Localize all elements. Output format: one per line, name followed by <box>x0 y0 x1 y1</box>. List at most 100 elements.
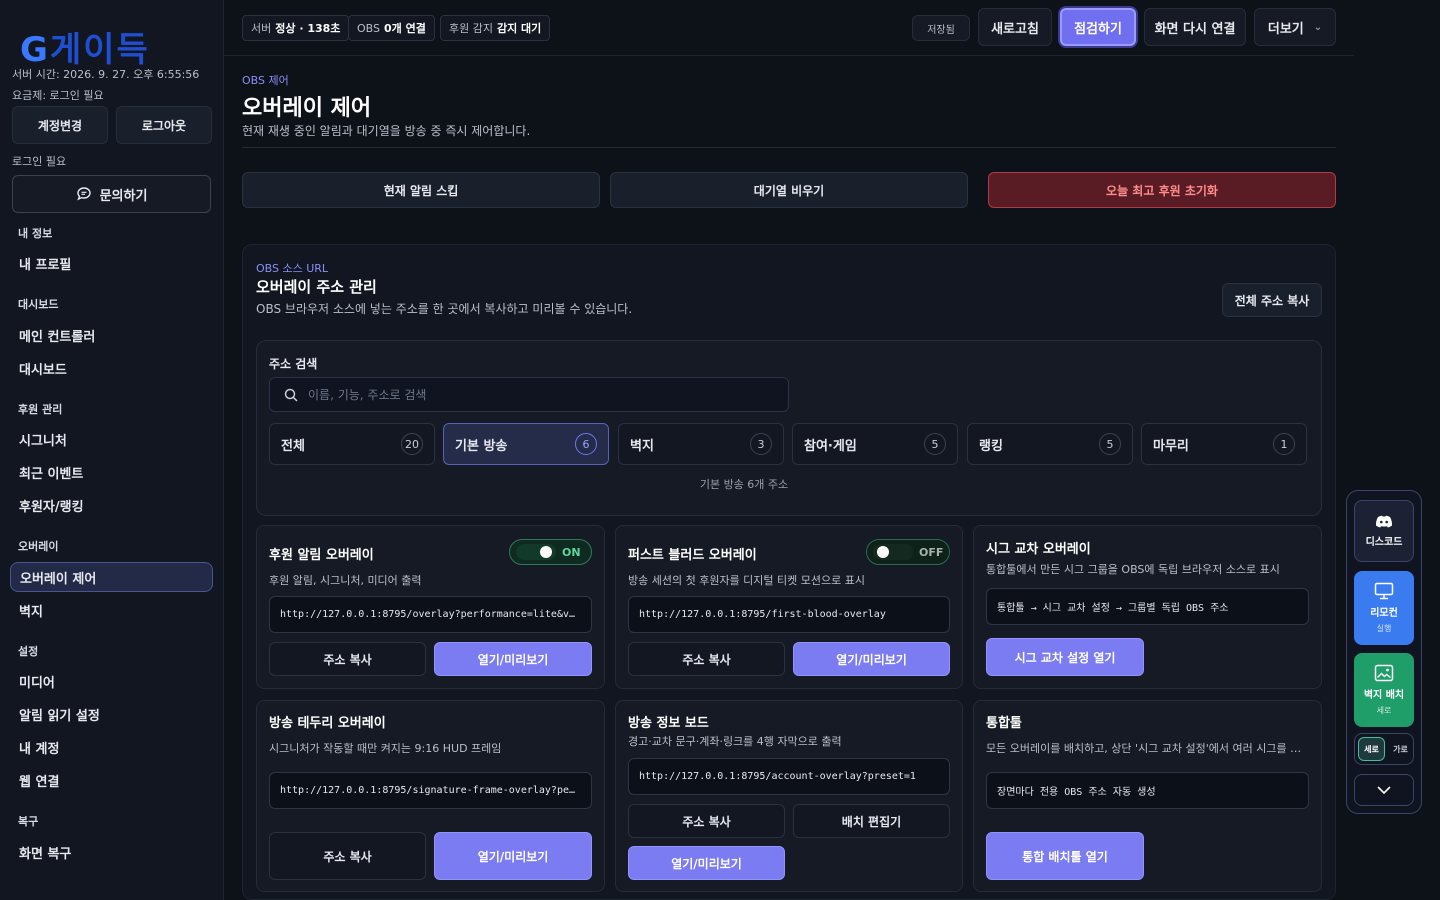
card-description: 경고·교차 문구·계좌·링크를 4행 자막으로 출력 <box>628 735 842 748</box>
chevron-down-icon: ⌄ <box>1313 21 1323 33</box>
filter-label: 마무리 <box>1153 438 1189 454</box>
toggle-track <box>873 544 913 560</box>
card-description: 시그니처가 작동할 때만 켜지는 9:16 HUD 프레임 <box>269 742 502 755</box>
server-time: 서버 시간: 2026. 9. 27. 오후 6:55:56 <box>12 68 200 81</box>
filter-count: 3 <box>750 433 772 455</box>
status-chip-obs: OBS 0개 연결 <box>348 15 435 41</box>
nav-item-media[interactable]: 미디어 <box>10 666 213 696</box>
orientation-toggle: 세로 가로 <box>1354 733 1414 765</box>
toggle-knob <box>540 546 552 558</box>
setting-path-field: 장면마다 전용 OBS 주소 자동 생성 <box>986 772 1309 809</box>
copy-url-button[interactable]: 주소 복사 <box>628 804 785 838</box>
status-chip-donation-detect: 후원 감지 감지 대기 <box>440 15 551 41</box>
monitor-icon <box>1374 582 1394 600</box>
nav-item-dashboard[interactable]: 대시보드 <box>10 353 213 383</box>
panel-title: 오버레이 주소 관리 <box>256 278 377 296</box>
setting-path-field: 통합툴 → 시그 교차 설정 → 그룹별 독립 OBS 주소 <box>986 588 1309 625</box>
card-title: 후원 알림 오버레이 <box>269 548 374 563</box>
nav-item-signature[interactable]: 시그니처 <box>10 424 213 454</box>
filter-count: 1 <box>1273 433 1295 455</box>
sidebar: G게이득 서버 시간: 2026. 9. 27. 오후 6:55:56 요금제:… <box>0 0 224 900</box>
check-button[interactable]: 점검하기 <box>1060 8 1136 46</box>
discord-label: 디스코드 <box>1365 536 1403 548</box>
filter-count: 5 <box>924 433 946 455</box>
open-preview-button[interactable]: 열기/미리보기 <box>628 846 785 880</box>
chip-label: 후원 감지 <box>449 22 493 35</box>
toggle-label: ON <box>562 545 581 559</box>
nav-item-donor-ranking[interactable]: 후원자/랭킹 <box>10 490 213 520</box>
copy-url-button[interactable]: 주소 복사 <box>269 832 426 880</box>
search-placeholder: 이름, 기능, 주소로 검색 <box>308 388 427 402</box>
orientation-horizontal[interactable]: 가로 <box>1388 734 1413 764</box>
change-account-button[interactable]: 계정변경 <box>12 106 108 144</box>
nav-section-my-info: 내 정보 <box>18 227 53 240</box>
divider <box>242 147 1336 148</box>
chip-label: OBS <box>357 21 380 35</box>
chip-label: 서버 <box>251 22 272 35</box>
reconnect-screen-button[interactable]: 화면 다시 연결 <box>1144 8 1246 46</box>
image-icon <box>1374 664 1394 682</box>
nav-item-my-profile[interactable]: 내 프로필 <box>10 248 213 278</box>
overlay-url-field[interactable]: http://127.0.0.1:8795/overlay?performanc… <box>269 596 592 633</box>
wallpaper-layout-button[interactable]: 벽지 배치 세로 <box>1354 653 1414 727</box>
nav-section-settings: 설정 <box>18 645 39 658</box>
wallpaper-label: 벽지 배치 <box>1363 690 1405 701</box>
copy-all-urls-button[interactable]: 전체 주소 복사 <box>1222 283 1322 317</box>
nav-section-overlay: 오버레이 <box>18 540 59 553</box>
filter-basic-broadcast[interactable]: 기본 방송 6 <box>443 423 609 465</box>
filter-all[interactable]: 전체 20 <box>269 423 435 465</box>
nav-item-alert-tts[interactable]: 알림 읽기 설정 <box>10 699 213 729</box>
open-sig-cross-settings-button[interactable]: 시그 교차 설정 열기 <box>986 638 1144 676</box>
page-subtitle: 현재 재생 중인 알림과 대기열을 방송 중 즉시 제어합니다. <box>242 124 531 138</box>
layout-editor-button[interactable]: 배치 편집기 <box>793 804 950 838</box>
search-icon <box>284 388 298 402</box>
refresh-button[interactable]: 새로고침 <box>978 8 1052 46</box>
more-button[interactable]: 더보기 ⌄ <box>1254 8 1336 46</box>
copy-url-button[interactable]: 주소 복사 <box>628 642 785 676</box>
plan-status: 요금제: 로그인 필요 <box>12 89 104 102</box>
nav-item-web-connect[interactable]: 웹 연결 <box>10 765 213 795</box>
overlay-url-field[interactable]: http://127.0.0.1:8795/account-overlay?pr… <box>628 758 950 795</box>
filter-participation-game[interactable]: 참여·게임 5 <box>792 423 958 465</box>
inquiry-button[interactable]: 문의하기 <box>12 175 211 213</box>
filter-label: 벽지 <box>630 438 654 454</box>
inquiry-label: 문의하기 <box>99 188 148 204</box>
donation-alert-toggle[interactable]: ON <box>509 539 592 565</box>
nav-item-screen-recovery[interactable]: 화면 복구 <box>10 837 213 867</box>
discord-button[interactable]: 디스코드 <box>1354 500 1414 562</box>
filter-label: 기본 방송 <box>455 438 508 454</box>
search-input[interactable]: 이름, 기능, 주소로 검색 <box>269 377 789 412</box>
nav-item-my-account[interactable]: 내 계정 <box>10 732 213 762</box>
copy-url-button[interactable]: 주소 복사 <box>269 642 426 676</box>
filter-closing[interactable]: 마무리 1 <box>1141 423 1307 465</box>
logout-button[interactable]: 로그아웃 <box>116 106 212 144</box>
nav-item-recent-events[interactable]: 최근 이벤트 <box>10 457 213 487</box>
filter-wallpaper[interactable]: 벽지 3 <box>618 423 784 465</box>
chevron-down-icon <box>1377 786 1391 794</box>
open-preview-button[interactable]: 열기/미리보기 <box>434 642 592 676</box>
open-integrated-layout-button[interactable]: 통합 배치툴 열기 <box>986 832 1144 880</box>
login-required-text: 로그인 필요 <box>12 155 67 168</box>
filter-result-count: 기본 방송 6개 주소 <box>699 478 789 491</box>
card-title: 방송 정보 보드 <box>628 716 709 731</box>
nav-item-overlay-control[interactable]: 오버레이 제어 <box>10 562 213 592</box>
clear-queue-button[interactable]: 대기열 비우기 <box>610 172 968 208</box>
orientation-vertical[interactable]: 세로 <box>1358 737 1385 761</box>
open-preview-button[interactable]: 열기/미리보기 <box>793 642 950 676</box>
remote-label: 리모컨 <box>1370 608 1398 619</box>
first-blood-toggle[interactable]: OFF <box>866 539 950 565</box>
overlay-url-field[interactable]: http://127.0.0.1:8795/signature-frame-ov… <box>269 772 592 809</box>
overlay-url-field[interactable]: http://127.0.0.1:8795/first-blood-overla… <box>628 596 950 633</box>
remote-button[interactable]: 리모컨 실행 <box>1354 571 1414 645</box>
nav-item-wallpaper[interactable]: 벽지 <box>10 595 213 625</box>
card-title: 방송 테두리 오버레이 <box>269 716 386 731</box>
collapse-panel-button[interactable] <box>1354 774 1414 806</box>
filter-ranking[interactable]: 랭킹 5 <box>967 423 1133 465</box>
nav-item-main-controller[interactable]: 메인 컨트롤러 <box>10 320 213 350</box>
open-preview-button[interactable]: 열기/미리보기 <box>434 832 592 880</box>
reset-top-donation-button[interactable]: 오늘 최고 후원 초기화 <box>988 172 1336 208</box>
search-label: 주소 검색 <box>269 357 318 371</box>
skip-alert-button[interactable]: 현재 알림 스킵 <box>242 172 600 208</box>
app-logo[interactable]: G게이득 <box>20 22 150 71</box>
chat-bubble-icon <box>76 187 91 201</box>
